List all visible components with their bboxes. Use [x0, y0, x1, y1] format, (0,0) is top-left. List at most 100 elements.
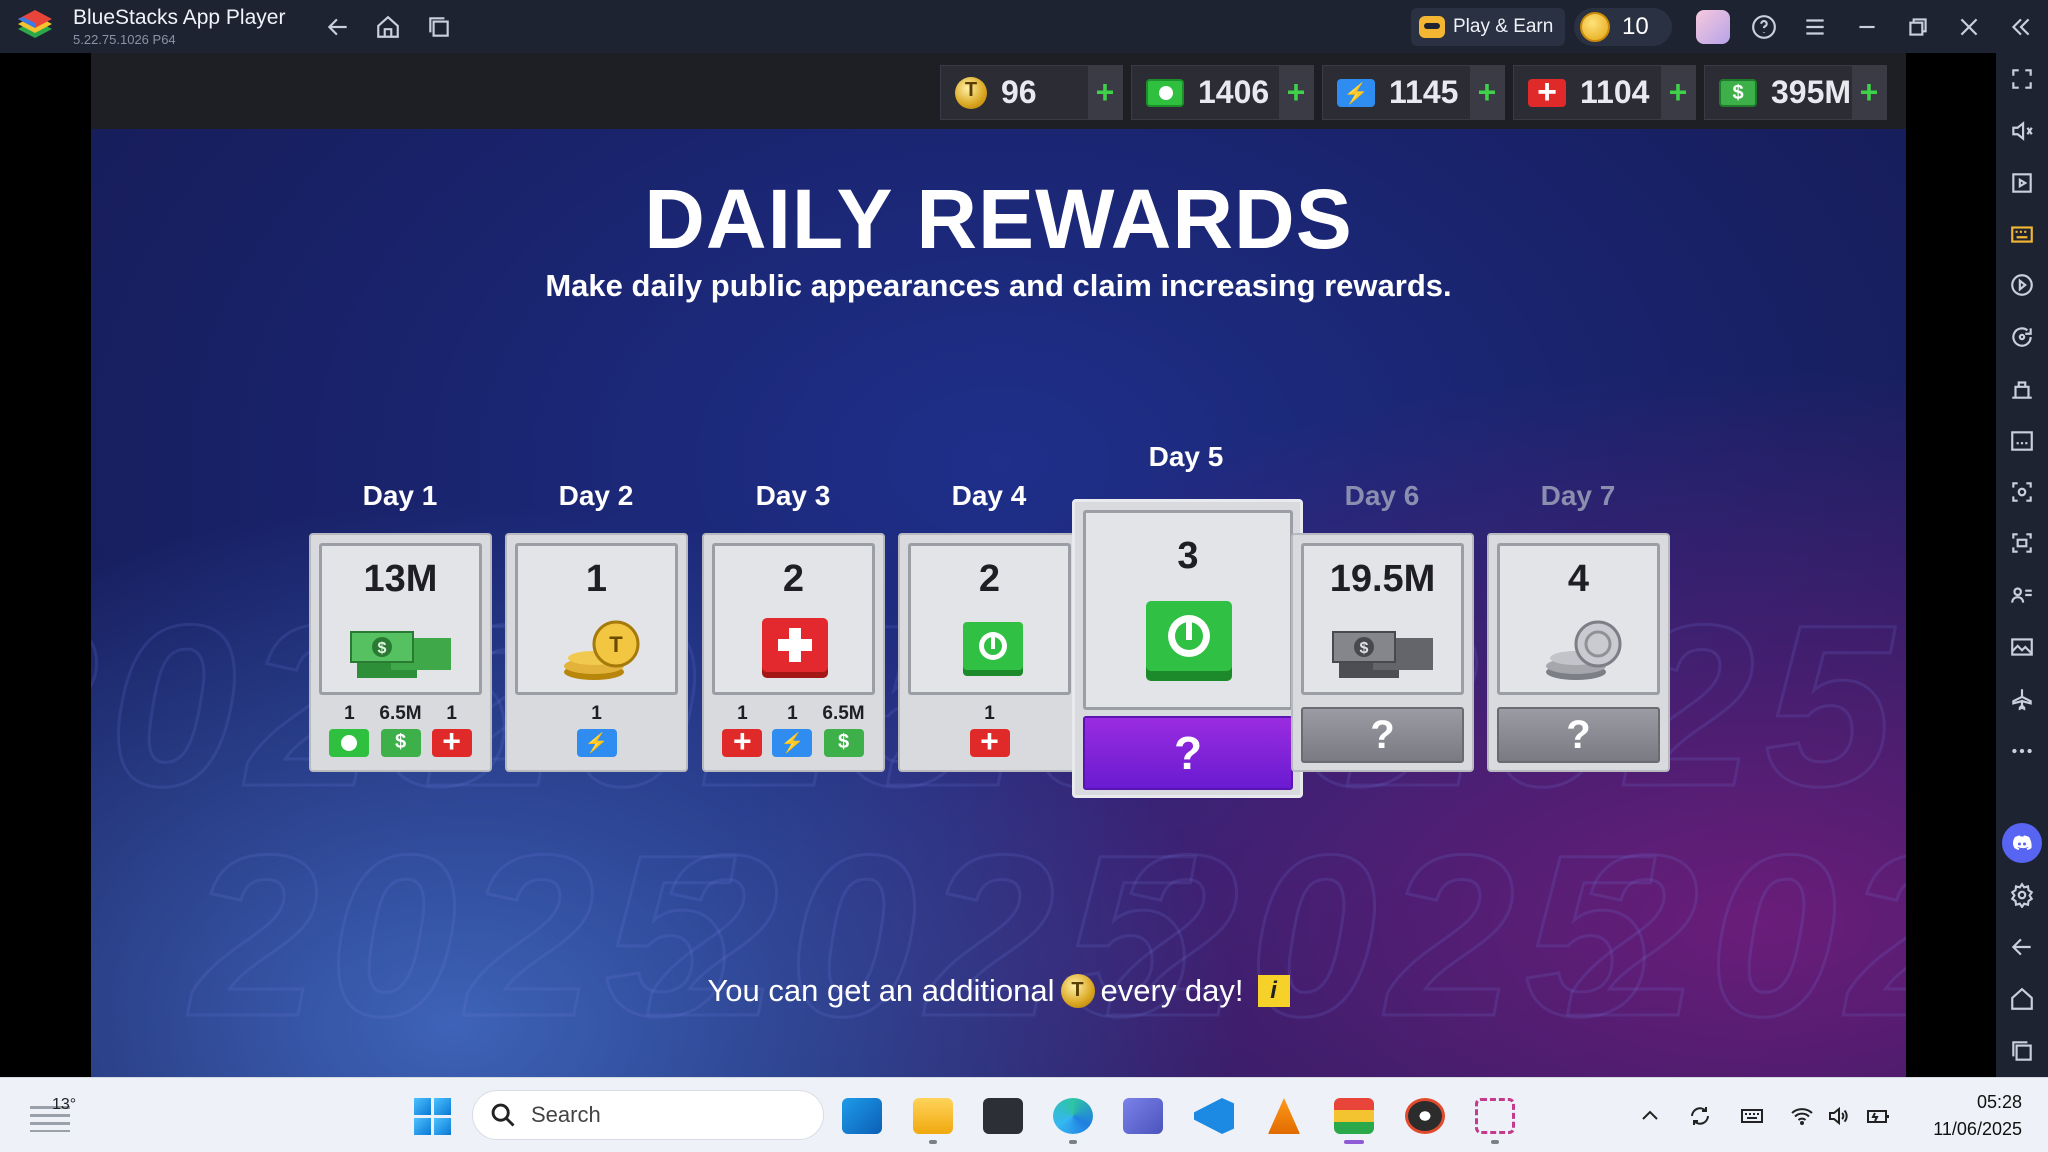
silver-coins-icon	[1546, 620, 1622, 680]
bonus-value: 1	[446, 703, 457, 724]
mystery-reward-button[interactable]: ?	[1083, 716, 1293, 790]
reward-card-day-1[interactable]: 13M $ 1 6.5M 1	[309, 533, 492, 772]
gamepad-icon	[1419, 16, 1445, 38]
resource-tickets[interactable]: 96 +	[940, 65, 1123, 120]
bonus-value: 1	[787, 703, 798, 724]
media-manager-icon[interactable]	[2006, 631, 2038, 663]
app-version: 5.22.75.1026 P64	[73, 32, 176, 47]
edge-browser-icon[interactable]	[1049, 1092, 1097, 1144]
emulator-viewport: 2025 2025 2025 2025 2025 2025 2025 2025 …	[0, 53, 1996, 1077]
day-label: Day 7	[1540, 480, 1616, 511]
weather-widget[interactable]: 13°	[30, 1092, 90, 1138]
menu-icon[interactable]	[1800, 12, 1830, 42]
discord-icon[interactable]	[2002, 823, 2042, 863]
keyboard-controls-icon[interactable]	[2006, 218, 2038, 250]
health-icon	[431, 723, 472, 760]
sync-status-icon[interactable]	[1686, 1102, 1714, 1130]
add-tickets-button[interactable]: +	[1088, 65, 1122, 120]
collapse-sidebar-icon[interactable]	[2006, 12, 2036, 42]
screenshot-icon[interactable]	[2006, 476, 2038, 508]
avatar[interactable]	[1696, 10, 1730, 44]
system-clock[interactable]: 05:28 11/06/2025	[1912, 1089, 2022, 1143]
minimize-icon[interactable]	[1852, 12, 1882, 42]
android-home-icon[interactable]	[2006, 983, 2038, 1015]
multi-instance-icon[interactable]	[2006, 373, 2038, 405]
bonus-item: 1	[576, 703, 617, 757]
bonus-value: 6.5M	[379, 703, 422, 724]
reward-amount: 3	[1177, 535, 1199, 577]
keyboard-icon[interactable]	[1738, 1102, 1766, 1130]
media-player-icon[interactable]	[1401, 1092, 1449, 1140]
wifi-icon[interactable]	[1788, 1102, 1816, 1130]
battery-icon[interactable]	[1864, 1102, 1892, 1130]
macro-recorder-icon[interactable]	[2006, 269, 2038, 301]
day-label: Day 1	[362, 480, 438, 511]
background-watermark: 2025	[1570, 806, 1906, 1066]
add-cash-button[interactable]: +	[1852, 65, 1886, 120]
recent-apps-icon[interactable]	[424, 12, 454, 42]
play-and-earn-button[interactable]: Play & Earn	[1411, 8, 1565, 46]
info-button[interactable]: i	[1257, 975, 1290, 1007]
add-health-button[interactable]: +	[1661, 65, 1695, 120]
reward-card-day-2[interactable]: 1 T 1	[505, 533, 688, 772]
snipping-tool-icon[interactable]	[1471, 1092, 1519, 1144]
rotate-icon[interactable]	[2006, 321, 2038, 353]
back-arrow-icon[interactable]	[323, 12, 353, 42]
reward-card-day-4[interactable]: 2 1	[898, 533, 1081, 772]
speaker-icon[interactable]	[1824, 1102, 1852, 1130]
fullscreen-icon[interactable]	[2006, 63, 2038, 95]
bluestacks-taskbar-icon[interactable]	[1330, 1092, 1378, 1144]
android-back-icon[interactable]	[2006, 931, 2038, 963]
help-icon[interactable]	[1749, 12, 1779, 42]
terminal-app-icon[interactable]	[979, 1092, 1027, 1140]
bonus-row: 1 1 6.5M	[704, 703, 883, 760]
start-button[interactable]	[408, 1092, 456, 1140]
screen-cast-icon[interactable]	[2006, 167, 2038, 199]
restore-window-icon[interactable]	[1903, 12, 1933, 42]
svg-text:$: $	[378, 640, 387, 657]
teams-app-icon[interactable]	[1119, 1092, 1167, 1140]
title-bar: BlueStacks App Player 5.22.75.1026 P64 P…	[0, 0, 2048, 53]
show-hidden-icons-chevron-icon[interactable]	[1636, 1102, 1664, 1130]
day-label: Day 2	[558, 480, 634, 511]
bluestacks-coins-button[interactable]: 10	[1574, 8, 1672, 46]
reward-amount: 13M	[363, 558, 438, 600]
install-apk-icon[interactable]	[2006, 425, 2038, 457]
eco-mode-icon[interactable]	[2006, 579, 2038, 611]
add-energy-button[interactable]: +	[1470, 65, 1504, 120]
reward-card-day-6[interactable]: 19.5M $ ?	[1291, 533, 1474, 772]
vscode-app-icon[interactable]	[1190, 1092, 1238, 1140]
reward-panel: 2	[908, 543, 1071, 695]
settings-gear-icon[interactable]	[2006, 879, 2038, 911]
resource-vip[interactable]: 1406 +	[1131, 65, 1314, 120]
energy-icon	[1337, 78, 1375, 107]
outlook-app-icon[interactable]	[838, 1092, 886, 1140]
file-explorer-icon[interactable]	[909, 1092, 957, 1144]
reward-card-day-5[interactable]: 3 ?	[1072, 499, 1303, 798]
more-options-icon[interactable]	[2006, 735, 2038, 767]
home-icon[interactable]	[373, 12, 403, 42]
volume-mute-icon[interactable]	[2006, 115, 2038, 147]
green-vip-icon	[963, 622, 1023, 676]
resource-energy[interactable]: 1145 +	[1322, 65, 1505, 120]
close-icon[interactable]	[1954, 12, 1984, 42]
reward-card-day-3[interactable]: 2 1 1 6.5M	[702, 533, 885, 772]
bonus-row: 1	[900, 703, 1079, 760]
cash-icon	[823, 729, 864, 757]
mystery-reward-button[interactable]: ?	[1497, 707, 1660, 763]
screen-record-icon[interactable]	[2006, 527, 2038, 559]
taskbar-search[interactable]: Search	[472, 1090, 824, 1140]
android-recents-icon[interactable]	[2006, 1035, 2038, 1067]
vlc-app-icon[interactable]	[1260, 1092, 1308, 1140]
day-label: Day 6	[1344, 480, 1420, 511]
airplane-mode-icon[interactable]	[2006, 683, 2038, 715]
clock-date: 11/06/2025	[1933, 1119, 2022, 1139]
resource-value: 395M	[1771, 74, 1852, 110]
health-icon	[969, 723, 1010, 760]
bonus-value: 1	[344, 703, 355, 724]
add-vip-button[interactable]: +	[1279, 65, 1313, 120]
resource-cash[interactable]: 395M +	[1704, 65, 1887, 120]
mystery-reward-button[interactable]: ?	[1301, 707, 1464, 763]
resource-health[interactable]: 1104 +	[1513, 65, 1696, 120]
reward-card-day-7[interactable]: 4 ?	[1487, 533, 1670, 772]
